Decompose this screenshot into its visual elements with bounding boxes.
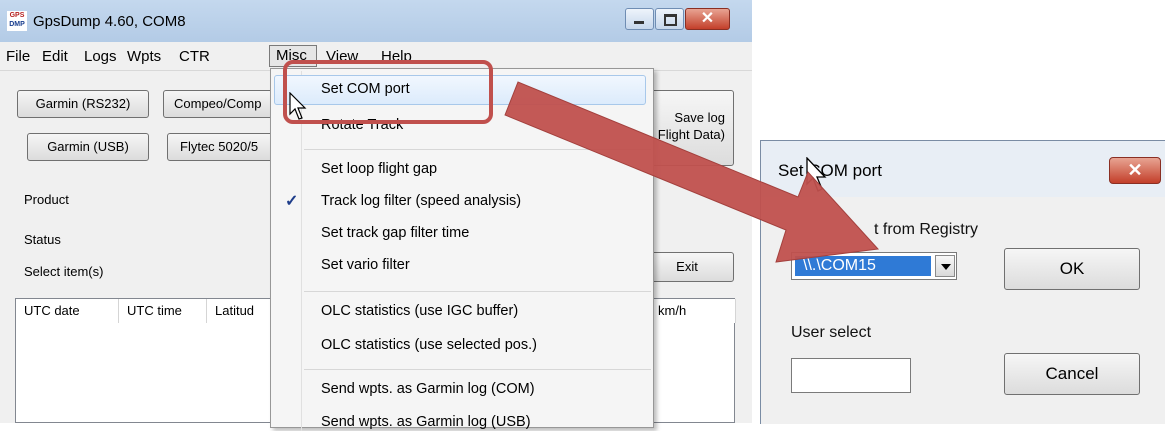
app-icon-text-top: GPS: [9, 12, 25, 19]
menu-item-send-wpts-com[interactable]: Send wpts. as Garmin log (COM): [321, 381, 535, 397]
window-title: GpsDump 4.60, COM8: [33, 13, 186, 30]
menu-wpts[interactable]: Wpts: [127, 48, 161, 65]
title-bar: GPS DMP GpsDump 4.60, COM8 ✕: [0, 0, 752, 42]
save-log-button[interactable]: Save log Flight Data): [640, 90, 734, 166]
product-label: Product: [24, 192, 69, 207]
menu-gutter-divider: [301, 71, 302, 431]
minimize-icon: [634, 21, 644, 24]
menu-item-olc-selected-pos[interactable]: OLC statistics (use selected pos.): [321, 337, 537, 353]
flytec-button[interactable]: Flytec 5020/5: [167, 133, 283, 161]
menu-item-set-track-gap-filter[interactable]: Set track gap filter time: [321, 225, 469, 241]
menu-separator: [304, 369, 651, 370]
close-button[interactable]: ✕: [685, 8, 730, 30]
annotation-highlight-box: [283, 60, 493, 124]
compeo-button[interactable]: Compeo/Comp: [163, 90, 283, 118]
close-icon: ✕: [700, 10, 715, 27]
garmin-usb-button[interactable]: Garmin (USB): [27, 133, 149, 161]
menu-separator: [304, 291, 651, 292]
menu-item-set-loop-flight-gap[interactable]: Set loop flight gap: [321, 161, 437, 177]
dialog-close-button[interactable]: ✕: [1109, 157, 1161, 184]
registry-label: t from Registry: [874, 221, 979, 238]
app-icon: GPS DMP: [7, 11, 27, 31]
menu-item-olc-igc-buffer[interactable]: OLC statistics (use IGC buffer): [321, 303, 518, 319]
menu-item-track-log-filter[interactable]: Track log filter (speed analysis): [321, 193, 521, 209]
com-port-combo[interactable]: \\.\COM15: [791, 252, 957, 280]
garmin-rs232-button[interactable]: Garmin (RS232): [17, 90, 149, 118]
select-items-label: Select item(s): [24, 264, 104, 279]
mouse-cursor-icon: [806, 157, 827, 192]
chevron-down-icon[interactable]: [935, 255, 955, 277]
mouse-cursor-icon: [289, 92, 307, 120]
menu-separator: [304, 149, 651, 150]
status-label: Status: [24, 232, 61, 247]
menu-item-send-wpts-usb[interactable]: Send wpts. as Garmin log (USB): [321, 414, 531, 430]
menu-logs[interactable]: Logs: [84, 48, 117, 65]
exit-button[interactable]: Exit: [640, 252, 734, 282]
column-header-utc-time[interactable]: UTC time: [119, 299, 207, 323]
column-header-kmh[interactable]: km/h: [650, 299, 736, 323]
menu-ctr[interactable]: CTR: [179, 48, 210, 65]
user-select-label: User select: [791, 324, 872, 341]
menu-file[interactable]: File: [6, 48, 30, 65]
minimize-button[interactable]: [625, 8, 654, 30]
maximize-button[interactable]: [655, 8, 684, 30]
menu-edit[interactable]: Edit: [42, 48, 68, 65]
user-select-input[interactable]: [791, 358, 911, 393]
maximize-icon: [664, 14, 677, 26]
column-header-utc-date[interactable]: UTC date: [16, 299, 119, 323]
app-icon-text-bottom: DMP: [9, 21, 25, 28]
cancel-button[interactable]: Cancel: [1004, 353, 1140, 395]
combo-selected-value: \\.\COM15: [795, 256, 931, 276]
ok-button[interactable]: OK: [1004, 248, 1140, 290]
menu-item-set-vario-filter[interactable]: Set vario filter: [321, 257, 410, 273]
checkmark-icon: ✓: [285, 193, 299, 210]
